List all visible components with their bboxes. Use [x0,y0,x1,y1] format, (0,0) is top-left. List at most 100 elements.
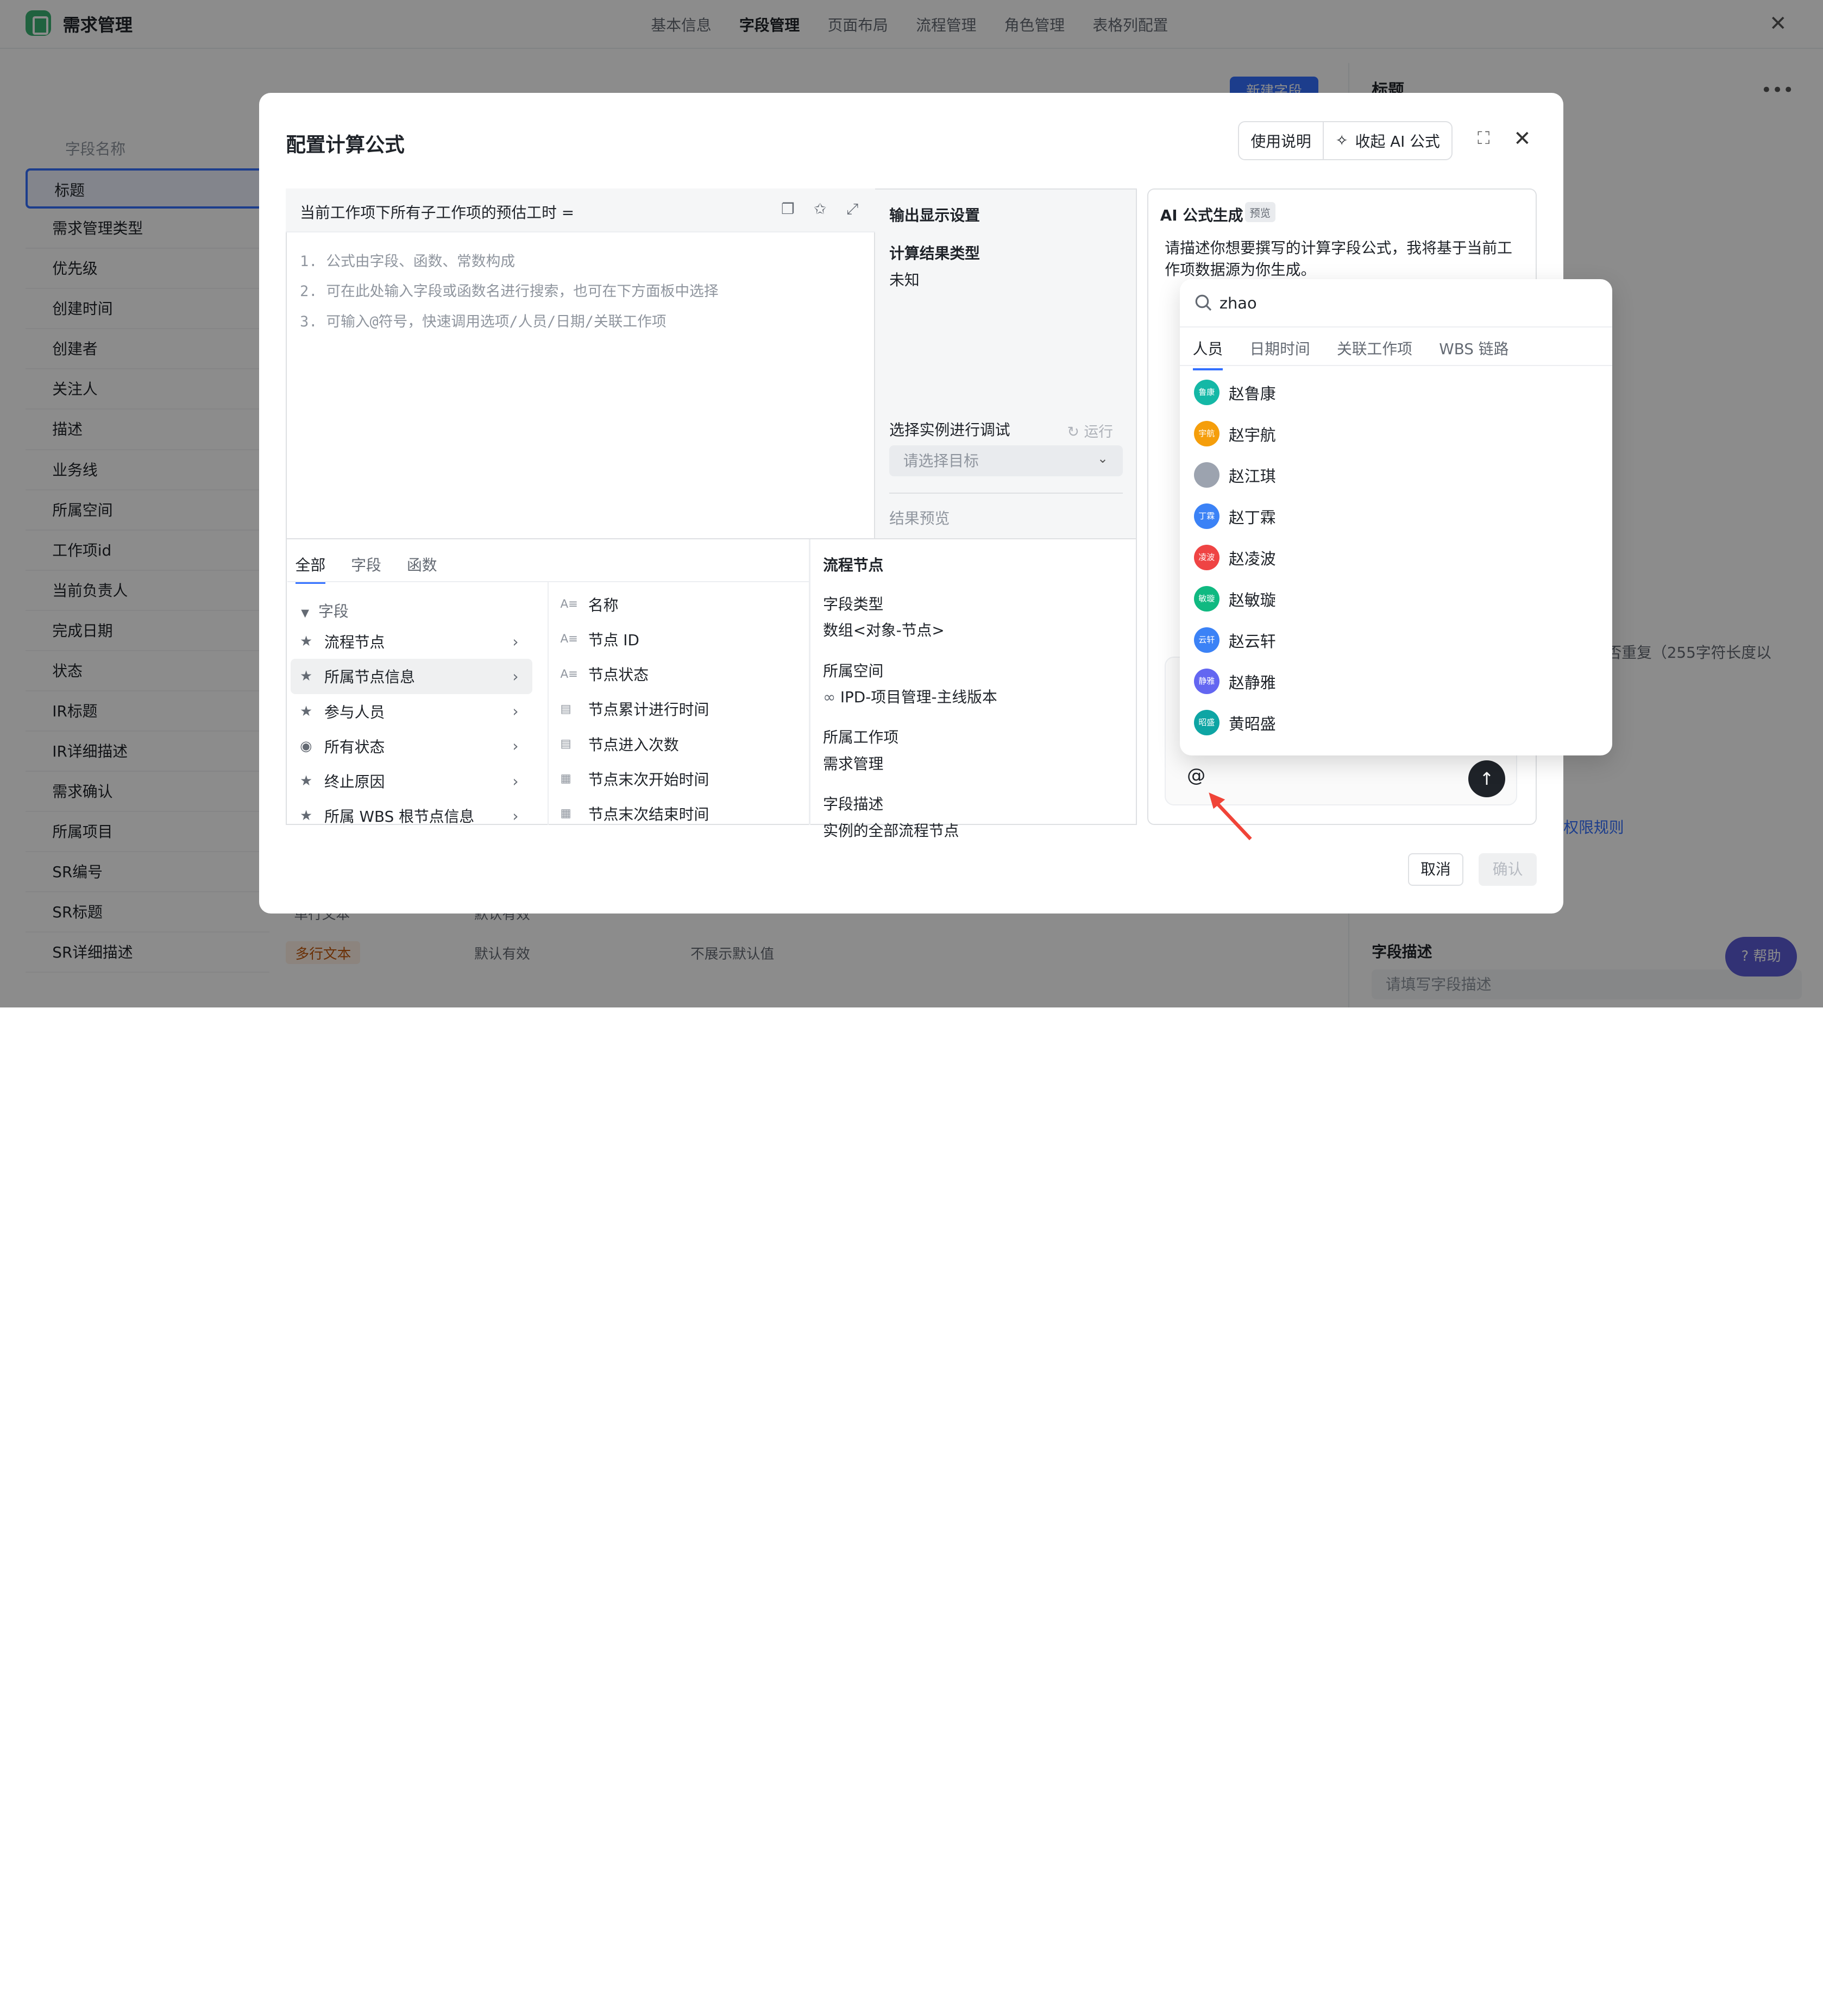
person-name: 黄昭盛 [1228,714,1276,733]
run-label: 运行 [1084,423,1113,440]
result-preview-label: 结果预览 [889,509,950,528]
sub-field-item[interactable]: ▤ 节点进入次数 [560,726,804,761]
category-label: 参与人员 [324,703,385,721]
detail-title: 流程节点 [823,556,884,574]
collapse-ai-button[interactable]: ✧ 收起 AI 公式 [1323,122,1451,160]
people-list: 鲁康 赵鲁康 宇航 赵宇航 赵江琪 丁霖 赵丁霖 凌波 赵凌波 敏璇 赵敏璇 云轩 赵云轩 静雅 赵静雅 昭盛… [1193,372,1601,744]
group-label: 字段 [318,602,349,621]
close-icon[interactable]: ✕ [1513,127,1531,151]
category-label: 所属节点信息 [324,668,415,686]
category-item[interactable]: ★ 流程节点 › [291,624,532,659]
person-item[interactable]: 鲁康 赵鲁康 [1193,372,1601,413]
text-field-icon: A≡ [560,667,579,681]
sub-field-item[interactable]: A≡ 名称 [560,587,804,622]
avatar: 鲁康 [1193,380,1219,406]
output-settings-panel [875,188,1137,539]
number-field-icon: ▤ [560,702,571,716]
debug-label: 选择实例进行调试 [889,421,1010,439]
tab-all[interactable]: 全部 [295,553,326,584]
divider [1180,364,1613,367]
person-item[interactable]: 静雅 赵静雅 [1193,661,1601,702]
sub-field-list: A≡ 名称 A≡ 节点 ID A≡ 节点状态 ▤ 节点累计进行时间 ▤ 节点进入次数 ▦ 节… [560,587,804,831]
refresh-icon: ↻ [1067,423,1079,440]
caret-down-icon: ▼ [301,607,310,620]
divider [809,539,810,826]
output-title: 输出显示设置 [889,206,980,224]
expand-icon[interactable]: ⤢ [846,200,858,218]
sub-field-item[interactable]: ▤ 节点累计进行时间 [560,691,804,726]
tab-fields[interactable]: 字段 [351,553,381,584]
category-item[interactable]: ◉ 所有状态 › [291,729,532,764]
detail-label: 所属空间 [823,662,884,680]
field-group-header[interactable]: ▼ 字段 [301,600,349,621]
header-actions: 使用说明 ✧ 收起 AI 公式 [1238,121,1453,161]
search-value: zhao [1219,293,1257,312]
run-button[interactable]: ↻ 运行 [1067,420,1113,441]
person-item[interactable]: 宇航 赵宇航 [1193,413,1601,455]
at-sign[interactable]: @ [1187,765,1205,786]
sub-field-item[interactable]: ▦ 节点末次开始时间 [560,761,804,796]
mention-search[interactable]: zhao [1180,279,1613,328]
sub-field-item[interactable]: A≡ 节点状态 [560,657,804,691]
star-field-icon: ★ [300,773,313,790]
text-field-icon: A≡ [560,632,579,646]
sub-field-item[interactable]: ▦ 节点末次结束时间 [560,796,804,831]
hint-line: 2. 可在此处输入字段或函数名进行搜索，也可在下方面板中选择 [300,283,719,300]
target-select[interactable]: 请选择目标 [889,445,1123,477]
divider [889,493,1123,494]
sub-field-label: 节点状态 [588,666,649,684]
sub-field-item[interactable]: A≡ 节点 ID [560,622,804,657]
category-item[interactable]: ★ 参与人员 › [291,694,532,729]
avatar: 丁霖 [1193,503,1219,530]
editor-title: 当前工作项下所有子工作项的预估工时 = [300,204,575,222]
person-name: 赵云轩 [1228,632,1276,651]
cancel-button[interactable]: 取消 [1407,853,1464,886]
tab-functions[interactable]: 函数 [407,553,437,584]
editor-placeholder: 1. 公式由字段、函数、常数构成 2. 可在此处输入字段或函数名进行搜索，也可在… [300,247,719,337]
detail-value: 需求管理 [823,754,884,773]
confirm-button[interactable]: 确认 [1479,853,1537,886]
star-field-icon: ★ [300,808,313,824]
palette-tabs: 全部 字段 函数 [295,553,437,584]
formula-editor[interactable] [286,188,876,539]
person-name: 赵敏璇 [1228,590,1276,609]
status-circle-icon: ◉ [300,738,312,754]
number-field-icon: ▤ [560,737,571,751]
field-detail: 流程节点 字段类型 数组<对象-节点> 所属空间 ∞ IPD-项目管理-主线版本 … [823,553,1131,841]
chevron-right-icon: › [512,807,519,825]
category-item[interactable]: ★ 所属节点信息 › [291,659,533,694]
usage-button[interactable]: 使用说明 [1239,122,1323,160]
sub-field-label: 节点末次结束时间 [588,805,709,823]
person-name: 赵江琪 [1228,467,1276,486]
hint-line: 3. 可输入@符号，快速调用选项/人员/日期/关联工作项 [300,313,667,330]
person-name: 赵鲁康 [1228,384,1276,403]
person-item[interactable]: 凌波 赵凌波 [1193,537,1601,578]
person-item[interactable]: 昭盛 黄昭盛 [1193,702,1601,744]
result-type-value: 未知 [889,271,920,289]
date-field-icon: ▦ [560,772,571,786]
category-label: 所属 WBS 根节点信息 [324,808,475,826]
category-item[interactable]: ★ 终止原因 › [291,764,532,798]
chevron-right-icon: › [512,772,519,790]
fullscreen-icon[interactable]: ⛶ [1478,128,1489,149]
modal-title: 配置计算公式 [286,133,405,156]
person-item[interactable]: 云轩 赵云轩 [1193,620,1601,661]
text-field-icon: A≡ [560,597,579,612]
person-item[interactable]: 敏璇 赵敏璇 [1193,578,1601,620]
category-item[interactable]: ★ 所属 WBS 根节点信息 › [291,798,532,833]
person-item[interactable]: 丁霖 赵丁霖 [1193,496,1601,537]
sub-field-label: 节点累计进行时间 [588,701,709,719]
person-item[interactable]: 赵江琪 [1193,455,1601,496]
category-label: 流程节点 [324,633,385,652]
chevron-right-icon: › [512,702,519,721]
send-button[interactable]: ↑ [1468,760,1506,798]
magic-icon[interactable]: ✩ [814,200,826,218]
copy-icon[interactable]: ❐ [781,200,795,218]
category-list: ★ 流程节点 › ★ 所属节点信息 › ★ 参与人员 › ◉ 所有状态 › ★ 终止原因 › ★ 所属… [291,624,533,833]
hint-line: 1. 公式由字段、函数、常数构成 [300,253,516,270]
sub-field-label: 节点 ID [588,631,639,649]
category-label: 终止原因 [324,773,385,791]
divider [547,582,549,826]
collapse-ai-label: 收起 AI 公式 [1355,132,1440,150]
ai-description: 请描述你想要撰写的计算字段公式，我将基于当前工作项数据源为你生成。 [1165,238,1512,279]
